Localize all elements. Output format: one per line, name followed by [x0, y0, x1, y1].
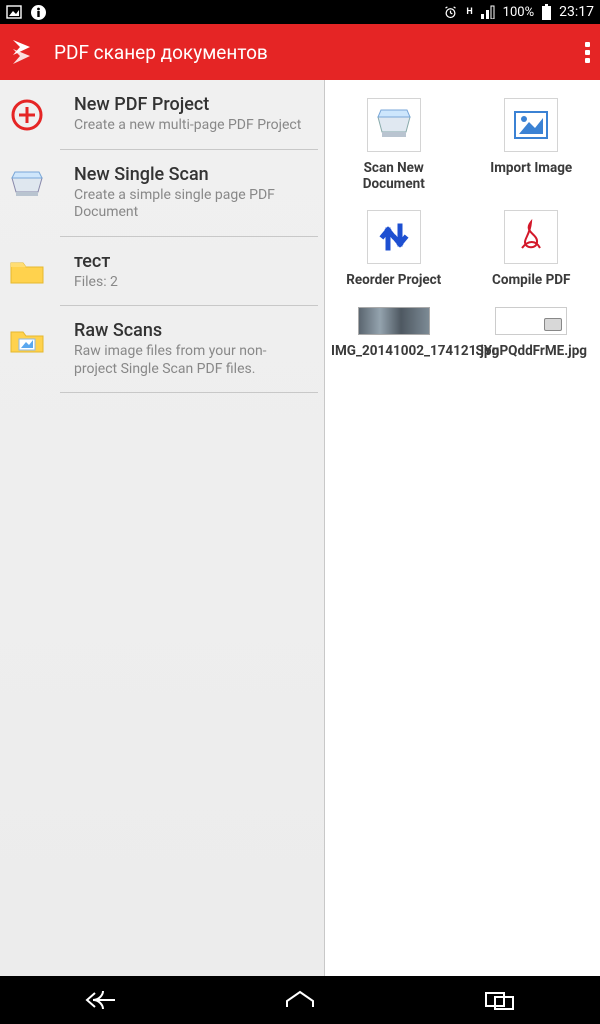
action-label: Scan New Document	[331, 160, 457, 192]
pdf-icon	[504, 210, 558, 264]
list-item-title: Raw Scans	[74, 320, 308, 341]
app-bar: PDF сканер документов	[0, 24, 600, 80]
app-bar-title: PDF сканер документов	[54, 41, 268, 64]
alarm-icon	[443, 5, 458, 20]
compile-pdf-button[interactable]: Compile PDF	[463, 206, 600, 302]
folder-image-icon	[6, 320, 48, 362]
raw-scans-folder-item[interactable]: Raw Scans Raw image files from your non-…	[60, 306, 318, 393]
network-type-badge: H	[466, 7, 472, 17]
document-thumbnail	[495, 307, 567, 335]
project-folder-item[interactable]: тест Files: 2	[60, 237, 318, 307]
status-clock: 23:17	[559, 4, 594, 20]
action-label: Import Image	[469, 160, 595, 176]
list-item-subtitle: Create a simple single page PDF Document	[74, 187, 308, 222]
app-logo-icon	[10, 37, 40, 67]
list-item-subtitle: Raw image files from your non-project Si…	[74, 343, 308, 378]
home-button[interactable]	[272, 982, 328, 1018]
new-single-scan-item[interactable]: New Single Scan Create a simple single p…	[60, 150, 318, 237]
overflow-icon	[585, 42, 590, 63]
image-icon	[504, 98, 558, 152]
recent-apps-button[interactable]	[472, 982, 528, 1018]
back-button[interactable]	[72, 982, 128, 1018]
back-icon	[83, 989, 117, 1011]
scanner-icon	[6, 164, 48, 206]
scan-new-document-button[interactable]: Scan New Document	[325, 94, 463, 206]
home-icon	[283, 989, 317, 1011]
list-item-title: New PDF Project	[74, 94, 301, 115]
battery-percent: 100%	[503, 5, 534, 20]
project-list: New PDF Project Create a new multi-page …	[0, 80, 325, 976]
action-label: Compile PDF	[469, 272, 595, 288]
android-status-bar: H 100% 23:17	[0, 0, 600, 24]
scanner-icon	[367, 98, 421, 152]
new-pdf-project-item[interactable]: New PDF Project Create a new multi-page …	[60, 80, 318, 150]
list-item-title: New Single Scan	[74, 164, 308, 185]
folder-icon	[6, 251, 48, 293]
file-name-label: IMG_20141002_174121.jpg	[331, 343, 457, 359]
file-thumbnail-item[interactable]: SYnPQddFrME.jpg	[463, 303, 600, 373]
recent-icon	[485, 990, 515, 1010]
battery-icon	[542, 4, 551, 20]
file-name-label: SYnPQddFrME.jpg	[469, 343, 595, 359]
signal-icon	[481, 5, 495, 19]
android-nav-bar	[0, 976, 600, 1024]
plus-circle-icon	[6, 94, 48, 136]
picture-icon	[6, 4, 22, 20]
import-image-button[interactable]: Import Image	[463, 94, 600, 206]
reorder-project-button[interactable]: Reorder Project	[325, 206, 463, 302]
reorder-icon	[367, 210, 421, 264]
project-detail: Scan New Document Import Image	[325, 80, 600, 976]
list-item-subtitle: Files: 2	[74, 274, 118, 292]
photo-thumbnail	[358, 307, 430, 335]
info-icon	[30, 4, 47, 21]
overflow-menu-button[interactable]	[585, 42, 590, 63]
list-item-title: тест	[74, 251, 118, 272]
list-item-subtitle: Create a new multi-page PDF Project	[74, 117, 301, 135]
file-thumbnail-item[interactable]: IMG_20141002_174121.jpg	[325, 303, 463, 373]
action-label: Reorder Project	[331, 272, 457, 288]
